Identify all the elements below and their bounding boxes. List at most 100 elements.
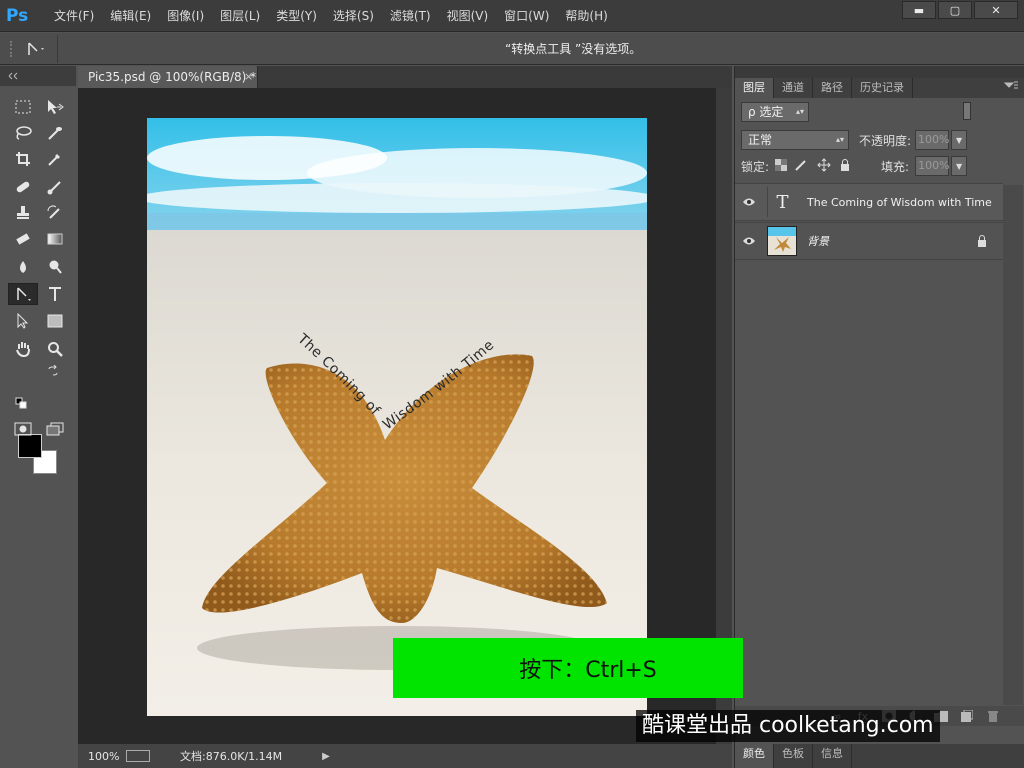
tab-color[interactable]: 颜色 [735, 744, 774, 768]
layer-row-text[interactable]: T The Coming of Wisdom with Time [735, 183, 1003, 221]
layer-name-text[interactable]: The Coming of Wisdom with Time [807, 196, 992, 209]
tab-info[interactable]: 信息 [813, 744, 852, 768]
close-tab-icon[interactable]: × [244, 66, 253, 88]
brush-icon[interactable] [44, 176, 66, 198]
type-tool-icon[interactable] [44, 283, 66, 305]
lasso-icon[interactable] [12, 122, 34, 144]
tab-channels[interactable]: 通道 [774, 78, 813, 98]
tool-preset-picker[interactable] [0, 34, 58, 63]
options-bar-grip[interactable] [10, 41, 14, 57]
opacity-input[interactable]: 100% [915, 130, 950, 150]
zoom-icon[interactable] [44, 338, 66, 360]
layer-filter-label: ρ 选定 [748, 105, 784, 119]
document-tab[interactable]: Pic35.psd @ 100%(RGB/8) * × [78, 66, 258, 88]
layer-name-background[interactable]: 背景 [807, 233, 829, 249]
opacity-dropdown-icon[interactable]: ▼ [951, 130, 968, 150]
menu-bar: Ps 文件(F) 编辑(E) 图像(I) 图层(L) 类型(Y) 选择(S) 滤… [0, 0, 1024, 32]
menu-image[interactable]: 图像(I) [159, 0, 212, 32]
spot-healing-brush-icon[interactable] [12, 176, 34, 198]
clone-stamp-icon[interactable] [12, 202, 34, 224]
menu-window[interactable]: 窗口(W) [496, 0, 557, 32]
menu-select[interactable]: 选择(S) [325, 0, 382, 32]
lock-pixels-icon[interactable] [795, 159, 809, 174]
document-canvas[interactable]: The Coming of Wisdom with Time [147, 118, 647, 716]
convert-point-icon [28, 41, 44, 55]
lock-fill-row: 锁定: 填充: 100% ▼ [735, 152, 1024, 180]
fill-label: 填充: [881, 159, 910, 174]
collapse-icon [8, 72, 18, 80]
beach-starfish-image: The Coming of Wisdom with Time [147, 118, 647, 716]
rectangular-marquee-icon[interactable] [12, 96, 34, 118]
blur-icon[interactable] [12, 256, 34, 278]
menu-type[interactable]: 类型(Y) [268, 0, 325, 32]
status-bar: 100% 文档:876.0K/1.14M ▶ [78, 744, 732, 768]
layer-lock-icon [977, 235, 987, 250]
toolbox [0, 66, 76, 768]
menu-file[interactable]: 文件(F) [46, 0, 102, 32]
convert-point-tool-icon[interactable] [8, 283, 38, 305]
lock-all-icon[interactable] [839, 158, 851, 174]
new-layer-icon[interactable] [959, 709, 975, 723]
tab-paths[interactable]: 路径 [813, 78, 852, 98]
status-info-icon[interactable] [126, 750, 150, 762]
tab-layers[interactable]: 图层 [735, 78, 774, 98]
blend-opacity-row: 正常 ▴▾ 不透明度: 100% ▼ [735, 126, 1024, 154]
blend-mode-select[interactable]: 正常 ▴▾ [741, 130, 849, 150]
layers-panel: 图层 通道 路径 历史记录 ρ 选定 ▴▾ 正常 ▴▾ 不透明度: 100% ▼… [734, 66, 1024, 768]
fill-input[interactable]: 100% [915, 156, 950, 176]
maximize-button[interactable]: ▢ [938, 1, 972, 19]
watermark: 酷课堂出品 coolketang.com [636, 710, 940, 742]
visibility-eye-icon[interactable] [735, 236, 763, 246]
menu-view[interactable]: 视图(V) [439, 0, 497, 32]
hand-icon[interactable] [12, 338, 34, 360]
status-menu-arrow-icon[interactable]: ▶ [322, 751, 330, 762]
panel-collapse-bar[interactable] [735, 66, 1024, 78]
close-button[interactable]: ✕ [974, 1, 1018, 19]
dodge-icon[interactable] [44, 256, 66, 278]
menu-edit[interactable]: 编辑(E) [102, 0, 159, 32]
move-tool-icon[interactable] [44, 96, 66, 118]
window-controls: ▬ ▢ ✕ [900, 1, 1018, 19]
options-message: “转换点工具 ”没有选项。 [505, 42, 642, 56]
photoshop-logo: Ps [6, 5, 29, 26]
text-layer-thumbnail-icon: T [767, 187, 797, 217]
lock-label: 锁定: [741, 159, 770, 174]
eyedropper-icon[interactable] [44, 148, 66, 170]
zoom-level[interactable]: 100% [88, 750, 126, 763]
options-bar: “转换点工具 ”没有选项。 [0, 33, 1024, 65]
tab-swatches[interactable]: 色板 [774, 744, 813, 768]
minimize-button[interactable]: ▬ [902, 1, 936, 19]
menu-help[interactable]: 帮助(H) [557, 0, 615, 32]
layers-scrollbar[interactable] [1003, 185, 1023, 705]
path-selection-icon[interactable] [12, 310, 34, 332]
quick-selection-icon[interactable] [44, 122, 66, 144]
layer-row-background[interactable]: 背景 [735, 222, 1003, 260]
eraser-icon[interactable] [12, 228, 34, 250]
lock-transparent-icon[interactable] [775, 158, 788, 174]
filter-toggle-switch[interactable] [963, 102, 971, 120]
toolbox-header[interactable] [0, 66, 76, 86]
lock-position-icon[interactable] [817, 157, 831, 175]
fill-dropdown-icon[interactable]: ▼ [951, 156, 968, 176]
delete-layer-icon[interactable] [985, 709, 1001, 723]
swap-colors-icon[interactable] [46, 364, 60, 378]
crop-icon[interactable] [12, 148, 34, 170]
panel-menu-icon[interactable] [1003, 81, 1018, 92]
layers-panel-tabs: 图层 通道 路径 历史记录 [735, 78, 1024, 98]
opacity-label: 不透明度: [859, 133, 912, 148]
blend-mode-value: 正常 [748, 133, 773, 147]
screen-mode-icon[interactable] [44, 418, 66, 440]
default-colors-icon[interactable] [14, 396, 28, 410]
layer-filter-row: ρ 选定 ▴▾ [735, 98, 1024, 126]
rectangle-shape-icon[interactable] [44, 310, 66, 332]
quick-mask-icon[interactable] [12, 418, 34, 440]
tab-history[interactable]: 历史记录 [852, 78, 913, 98]
layer-filter-select[interactable]: ρ 选定 ▴▾ [741, 102, 809, 122]
menu-filter[interactable]: 滤镜(T) [382, 0, 439, 32]
visibility-eye-icon[interactable] [735, 197, 763, 207]
gradient-icon[interactable] [44, 228, 66, 250]
keyboard-shortcut-hint: 按下：Ctrl+S [393, 638, 743, 698]
history-brush-icon[interactable] [44, 202, 66, 224]
document-size: 文档:876.0K/1.14M [180, 750, 283, 763]
menu-layer[interactable]: 图层(L) [212, 0, 268, 32]
